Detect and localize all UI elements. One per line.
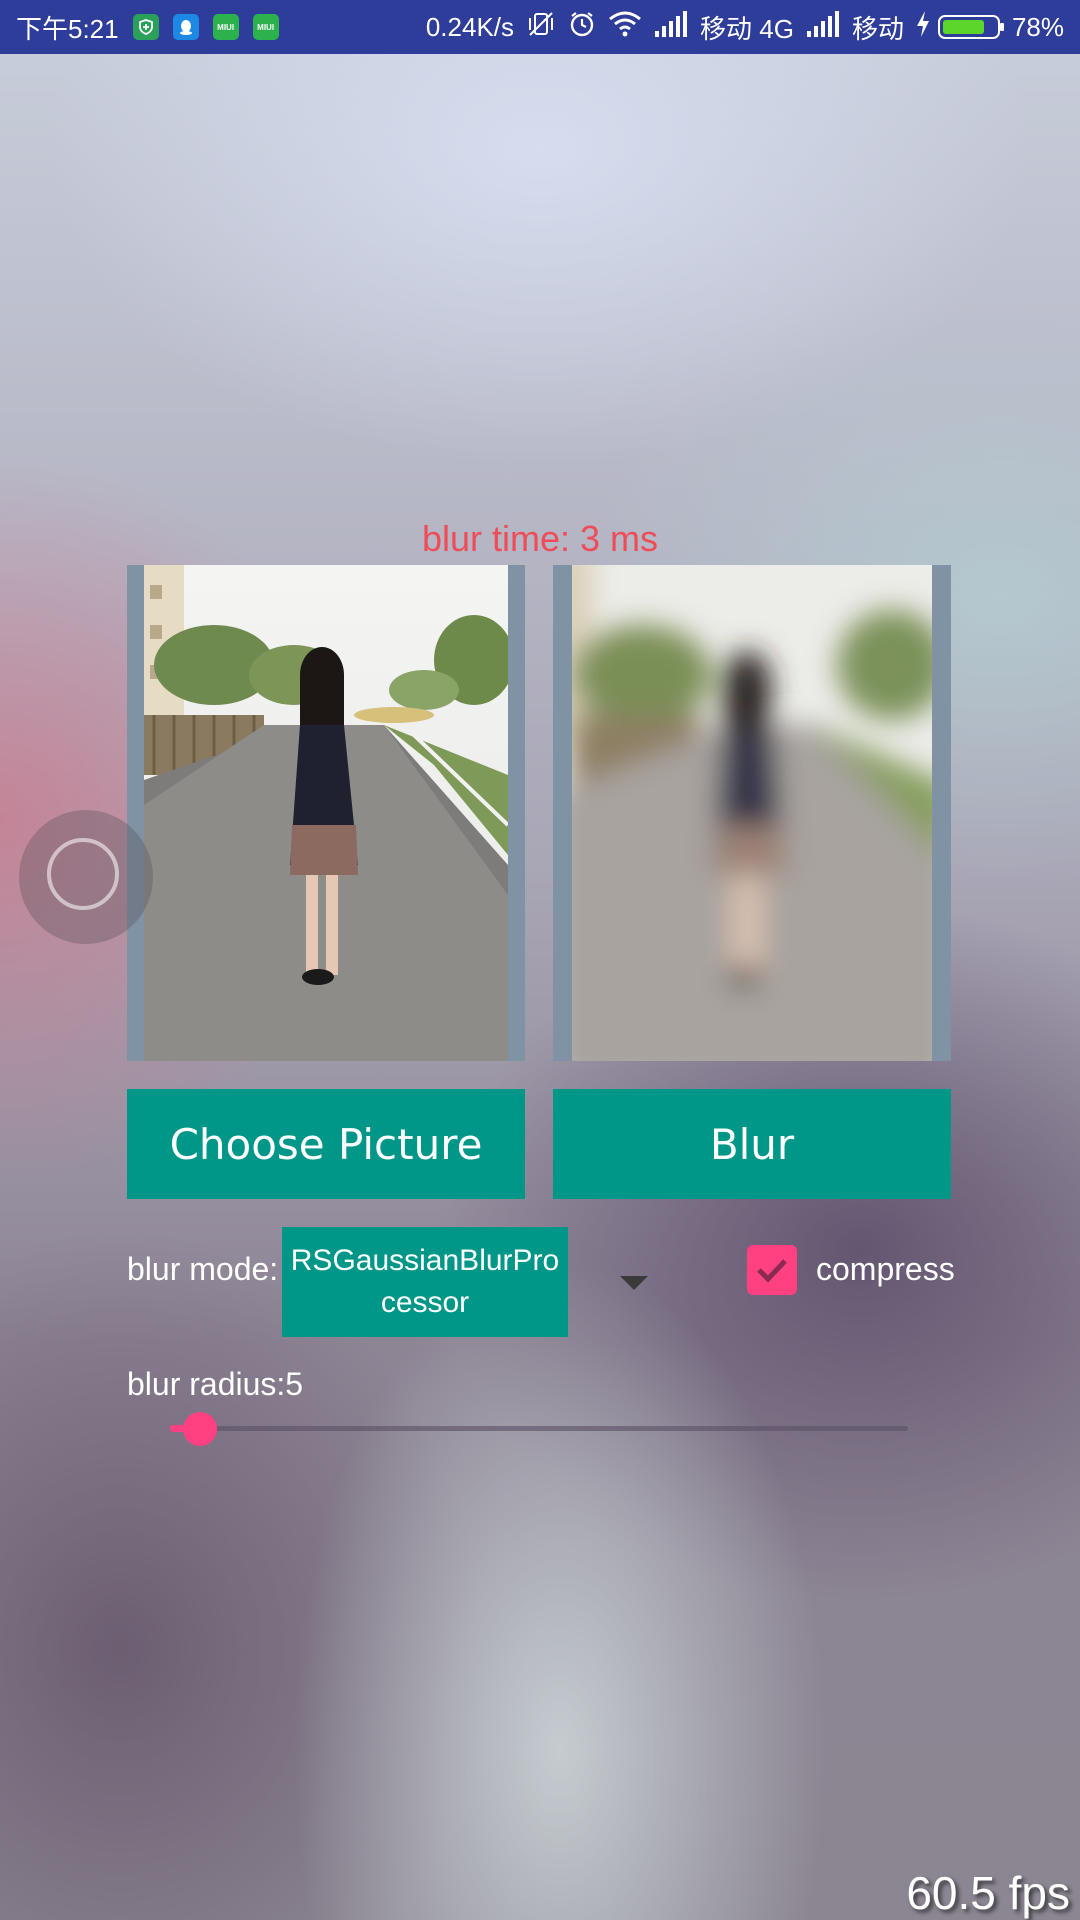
dropdown-arrow-icon[interactable]	[620, 1276, 648, 1290]
compress-label: compress	[816, 1251, 955, 1287]
carrier-label-1: 移动 4G	[700, 13, 794, 44]
battery-level	[942, 20, 984, 34]
blur-radius-label: blur radius:5	[127, 1366, 304, 1402]
signal-icon	[806, 10, 840, 44]
floating-ball-button[interactable]	[19, 810, 153, 944]
blur-button[interactable]: Blur	[553, 1089, 951, 1199]
blur-time-label: blur time: 3 ms	[421, 518, 659, 559]
wifi-icon	[608, 10, 642, 45]
compress-checkbox[interactable]	[747, 1245, 797, 1295]
blurred-image	[553, 565, 951, 1061]
shield-icon	[132, 14, 159, 40]
blur-mode-spinner[interactable]: RSGaussianBlurProcessor	[282, 1227, 568, 1337]
choose-picture-button[interactable]: Choose Picture	[127, 1089, 525, 1199]
blur-radius-slider-track[interactable]	[185, 1426, 908, 1431]
miui-icon: MIUI	[252, 14, 279, 40]
fps-counter: 60.5 fps	[906, 1867, 1070, 1919]
carrier-label-2: 移动	[851, 13, 904, 44]
blurred-photo	[572, 565, 932, 1061]
original-photo	[144, 565, 508, 1061]
blur-mode-label: blur mode:	[127, 1251, 279, 1287]
net-speed: 0.24K/s	[425, 11, 515, 42]
alarm-icon	[568, 10, 596, 45]
status-bar: 下午5:21 MIUI MIUI 0.24K/s 移动 4G 移动 78%	[0, 0, 1080, 54]
qq-icon	[172, 14, 199, 40]
battery-percent: 78%	[1011, 11, 1064, 42]
miui-icon: MIUI	[212, 14, 239, 40]
circle-icon	[47, 838, 119, 910]
check-icon	[757, 1259, 787, 1283]
charging-icon	[916, 10, 930, 44]
signal-icon	[654, 10, 688, 44]
battery-icon	[937, 15, 1004, 39]
vibrate-off-icon	[526, 9, 556, 46]
original-image	[127, 565, 525, 1061]
status-time: 下午5:21	[16, 13, 119, 44]
blur-radius-slider-thumb[interactable]	[182, 1412, 217, 1446]
